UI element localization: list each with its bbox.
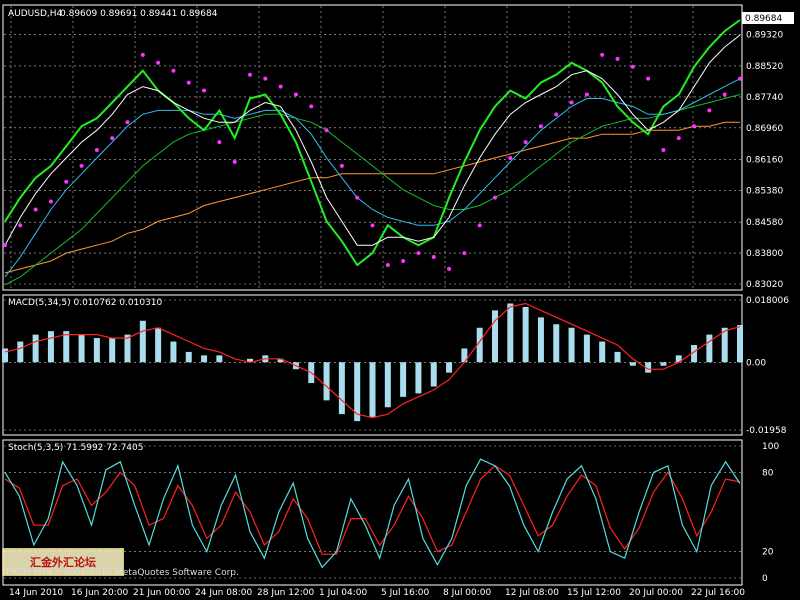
psar-dot xyxy=(385,262,390,267)
psar-dot xyxy=(630,64,635,69)
psar-dot xyxy=(248,72,252,77)
psar-dot xyxy=(186,80,191,85)
price-tick-label: 0.87740 xyxy=(746,93,783,103)
psar-dot xyxy=(493,195,497,200)
psar-dot xyxy=(538,124,543,129)
psar-dot xyxy=(355,195,360,200)
stoch-label: Stoch(5,3,5) 71.5992 72.7405 xyxy=(8,443,143,453)
chart-root: AUDUSD,H4 0.89609 0.89691 0.89441 0.8968… xyxy=(0,0,800,600)
psar-dot xyxy=(738,76,742,81)
x-tick-label: 24 Jun 08:00 xyxy=(195,588,252,598)
x-tick-label: 15 Jul 12:00 xyxy=(567,588,621,598)
psar-dot xyxy=(171,68,176,73)
macd-label: MACD(5,34,5) 0.010762 0.010310 xyxy=(8,298,163,308)
macd-tick-label: -0.01958 xyxy=(746,426,787,436)
price-tick-label: 0.89320 xyxy=(746,30,783,40)
price-tick-label: 0.86960 xyxy=(746,124,783,134)
psar-dot xyxy=(554,112,559,117)
stoch-tick-label: 0 xyxy=(762,574,768,584)
psar-dot xyxy=(232,159,237,164)
psar-dot xyxy=(278,84,283,89)
psar-dot xyxy=(477,223,482,228)
psar-dot xyxy=(676,136,681,141)
psar-dot xyxy=(722,92,727,97)
psar-dot xyxy=(707,108,712,113)
macd-tick-label: 0.018006 xyxy=(746,296,789,306)
psar-dot xyxy=(615,56,620,61)
psar-dot xyxy=(94,148,99,153)
psar-dot xyxy=(523,140,528,145)
psar-dot xyxy=(370,223,375,228)
stoch-tick-label: 20 xyxy=(762,548,774,558)
psar-dot xyxy=(110,136,115,141)
psar-dot xyxy=(33,207,38,212)
psar-dot xyxy=(462,251,467,256)
psar-dot xyxy=(661,148,666,153)
price-tick-label: 0.83800 xyxy=(746,249,783,259)
price-axis: 0.89320 0.88520 0.87740 0.86960 0.86160 0.853… xyxy=(746,30,783,290)
psar-dot xyxy=(309,104,314,109)
price-tick-label: 0.84580 xyxy=(746,218,783,228)
x-tick-label: 5 Jul 16:00 xyxy=(381,588,430,598)
psar-dot xyxy=(339,163,344,168)
price-tick-label: 0.86160 xyxy=(746,156,783,166)
stoch-tick-label: 80 xyxy=(762,468,774,478)
psar-dot xyxy=(692,124,697,129)
psar-dot xyxy=(79,163,84,168)
psar-dot xyxy=(263,76,268,81)
x-tick-label: 20 Jul 00:00 xyxy=(629,588,683,598)
price-tick-label: 0.83020 xyxy=(746,280,783,290)
instrument-label: AUDUSD,H4 xyxy=(8,9,63,19)
psar-dot xyxy=(48,199,53,204)
psar-dot xyxy=(646,76,651,81)
macd-tick-label: 0.00 xyxy=(746,358,766,368)
ohlc-label: 0.89609 0.89691 0.89441 0.89684 xyxy=(60,9,218,19)
stoch-tick-label: 100 xyxy=(762,442,779,452)
psar-dot xyxy=(3,243,7,248)
psar-dot xyxy=(508,155,513,160)
x-tick-label: 16 Jun 20:00 xyxy=(71,588,128,598)
psar-dot xyxy=(324,128,329,133)
last-price-label: 0.89684 xyxy=(745,14,782,24)
psar-dot xyxy=(600,52,605,57)
footer-copyright: FXCM MT4 ? 2001-2010 MetaQuotes Software… xyxy=(6,568,239,578)
x-tick-label: 22 Jul 16:00 xyxy=(691,588,745,598)
psar-dot xyxy=(293,92,298,97)
psar-dot xyxy=(64,179,69,184)
x-tick-label: 21 Jun 00:00 xyxy=(133,588,190,598)
psar-dot xyxy=(401,259,406,264)
psar-dot xyxy=(447,266,452,271)
psar-dot xyxy=(125,120,130,125)
x-tick-label: 14 Jun 2010 xyxy=(9,588,63,598)
psar-dot xyxy=(140,52,145,57)
x-tick-label: 8 Jul 00:00 xyxy=(443,588,492,598)
psar-dot xyxy=(584,92,589,97)
psar-dot xyxy=(156,60,161,65)
psar-dot xyxy=(18,223,23,228)
psar-dot xyxy=(202,88,207,93)
x-tick-label: 1 Jul 04:00 xyxy=(319,588,368,598)
psar-dot xyxy=(217,140,222,145)
psar-dot xyxy=(416,251,421,256)
psar-dot xyxy=(431,255,436,260)
psar-dot xyxy=(569,100,574,105)
x-tick-label: 28 Jun 12:00 xyxy=(257,588,314,598)
price-tick-label: 0.85380 xyxy=(746,186,783,196)
x-tick-label: 12 Jul 08:00 xyxy=(505,588,559,598)
price-tick-label: 0.88520 xyxy=(746,62,783,72)
